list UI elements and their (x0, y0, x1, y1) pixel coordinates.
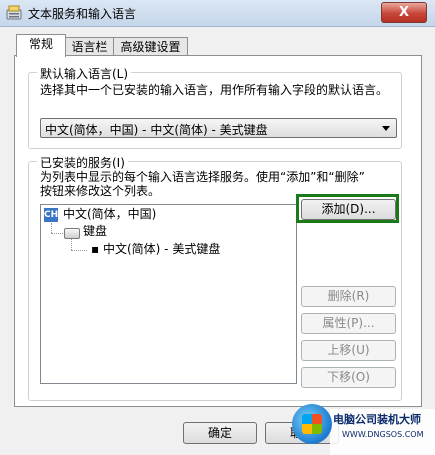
installed-services-description-1: 为列表中显示的每个输入语言选择服务。使用“添加”和“删除” (40, 170, 365, 184)
tab-language-bar[interactable]: 语言栏 (65, 37, 114, 56)
installed-services-tree[interactable]: CH 中文(简体，中国) 键盘 ▪ 中文(简体) - 美式键盘 (40, 204, 297, 384)
close-button[interactable]: X (381, 2, 427, 23)
watermark-subtext: WWW.DNGSOS.COM (342, 430, 424, 439)
default-language-description: 选择其中一个已安装的输入语言，用作所有输入字段的默认语言。 (40, 83, 389, 97)
default-language-dropdown[interactable]: 中文(简体，中国) - 中文(简体) - 美式键盘 (40, 118, 397, 138)
ok-button[interactable]: 确定 (183, 422, 257, 444)
tree-connector (71, 239, 72, 250)
properties-button[interactable]: 属性(P)... (301, 313, 396, 334)
tab-general[interactable]: 常规 (16, 34, 66, 57)
watermark-text: 电脑公司装机大师 (333, 413, 421, 426)
tree-connector (51, 223, 52, 233)
installed-services-description-2: 按钮来修改这个列表。 (40, 184, 161, 198)
default-language-legend: 默认输入语言(L) (37, 65, 132, 82)
tree-connector (51, 233, 63, 234)
tree-item-keyboard[interactable]: 键盘 (83, 224, 107, 239)
bullet-icon: ▪ (91, 242, 100, 256)
tree-connector (71, 250, 87, 251)
tree-item-service[interactable]: 中文(简体) - 美式键盘 (103, 242, 220, 257)
installed-services-legend: 已安装的服务(I) (37, 154, 128, 171)
keyboard-icon (64, 228, 80, 239)
window-title: 文本服务和输入语言 (28, 7, 137, 21)
windows-logo-icon (302, 414, 322, 434)
tab-advanced-key-settings[interactable]: 高级键设置 (113, 37, 188, 56)
default-language-selected: 中文(简体，中国) - 中文(简体) - 美式键盘 (45, 123, 268, 137)
title-bar: 文本服务和输入语言 X (0, 0, 435, 27)
tree-item-language[interactable]: 中文(简体，中国) (63, 207, 156, 222)
move-down-button[interactable]: 下移(O) (301, 367, 396, 388)
chevron-down-icon[interactable] (382, 126, 390, 131)
move-up-button[interactable]: 上移(U) (301, 340, 396, 361)
keyboard-app-icon (6, 5, 22, 20)
add-button[interactable]: 添加(D)... (301, 199, 396, 220)
language-ch-icon: CH (44, 208, 59, 222)
remove-button[interactable]: 删除(R) (301, 286, 396, 307)
